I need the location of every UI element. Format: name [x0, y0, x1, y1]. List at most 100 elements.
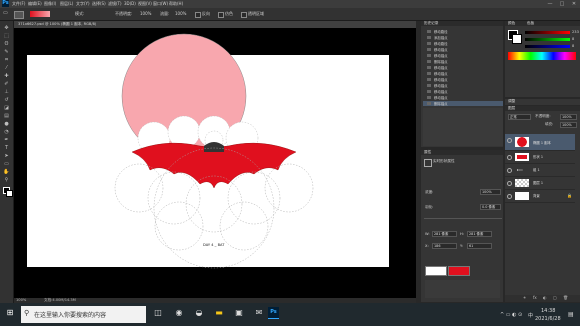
menu-image[interactable]: 图像(I): [44, 1, 56, 7]
windows-start-icon[interactable]: ⊞: [4, 307, 16, 319]
layer-row[interactable]: 背景 🔒: [505, 190, 575, 203]
move-tool-icon[interactable]: ✥: [3, 25, 10, 31]
history-item[interactable]: 移动锚点: [423, 71, 503, 76]
blue-value[interactable]: 8: [572, 44, 574, 48]
layer-row-active[interactable]: 椭圆 1 副本: [505, 134, 575, 151]
link-icon[interactable]: ⚭: [523, 295, 526, 300]
adjustments-tab[interactable]: 调整: [508, 99, 515, 104]
photoshop-taskbar-icon[interactable]: Ps: [268, 307, 279, 319]
history-item[interactable]: 移动锚点: [423, 77, 503, 82]
menu-help[interactable]: 帮助(H): [169, 1, 183, 7]
history-item[interactable]: 移动路径: [423, 29, 503, 34]
brush-tool-icon[interactable]: ✐: [3, 81, 10, 87]
pen-tool-icon[interactable]: ✒: [3, 137, 10, 143]
history-brush-tool-icon[interactable]: ↺: [3, 97, 10, 103]
document-tab[interactable]: 371x6627.psd @ 100% (椭圆 1 副本, RGB/8): [14, 21, 416, 28]
visibility-eye-icon[interactable]: [507, 181, 512, 186]
history-item[interactable]: 移动锚点: [423, 47, 503, 52]
lasso-tool-icon[interactable]: ʘ: [3, 41, 10, 47]
color-swatches-icon[interactable]: [3, 187, 13, 197]
layer-row[interactable]: 形状 1: [505, 151, 575, 164]
visibility-eye-icon[interactable]: [507, 155, 512, 160]
zoom-tool-icon[interactable]: ⚲: [3, 177, 10, 183]
history-item[interactable]: 移动锚点: [423, 65, 503, 70]
tool-preset-picker[interactable]: [14, 11, 24, 19]
color-ramp[interactable]: [508, 52, 576, 60]
visibility-eye-icon[interactable]: [507, 168, 512, 173]
stamp-tool-icon[interactable]: ⊥: [3, 89, 10, 95]
layers-fill-field[interactable]: 100%: [560, 122, 577, 128]
file-explorer-icon[interactable]: ▬: [213, 307, 225, 319]
menu-select[interactable]: 选择(S): [92, 1, 106, 7]
opacity-value[interactable]: 100%: [140, 11, 151, 16]
fill-color-swatch[interactable]: [448, 266, 470, 276]
width-field[interactable]: 281 像素: [432, 231, 457, 237]
red-slider[interactable]: [525, 31, 570, 34]
eyedropper-tool-icon[interactable]: ⁄: [3, 65, 10, 71]
app-icon-1[interactable]: ◉: [173, 307, 185, 319]
clock-date[interactable]: 2021/6/28: [535, 316, 561, 322]
marquee-tool-icon[interactable]: ⬚: [3, 33, 10, 39]
minimize-button[interactable]: —: [544, 0, 556, 8]
clock-time[interactable]: 14:38: [541, 308, 555, 314]
height-field[interactable]: 281 像素: [467, 231, 492, 237]
mail-icon[interactable]: ✉: [253, 307, 265, 319]
color-tab[interactable]: 颜色: [508, 21, 515, 26]
green-slider[interactable]: [525, 38, 570, 41]
gradient-tool-icon[interactable]: ▤: [3, 113, 10, 119]
green-value[interactable]: 8: [572, 37, 574, 41]
layer-row[interactable]: 图层 1: [505, 177, 575, 190]
zoom-level[interactable]: 100%: [16, 298, 26, 302]
history-item[interactable]: 移动路径: [423, 41, 503, 46]
ime-indicator[interactable]: 中: [528, 312, 533, 319]
menu-view[interactable]: 视图(V): [138, 1, 152, 7]
menu-file[interactable]: 文件(F): [12, 1, 25, 7]
layers-tab[interactable]: 图层: [508, 106, 515, 111]
feather-field[interactable]: 0.0 像素: [480, 204, 501, 210]
layer-row[interactable]: ▸▭ 组 1: [505, 164, 575, 177]
path-operations-area[interactable]: [425, 280, 500, 298]
shape-tool-icon[interactable]: ▭: [3, 161, 10, 167]
visibility-eye-icon[interactable]: [507, 138, 512, 143]
transparency-checkbox[interactable]: [241, 12, 247, 18]
artwork[interactable]: [14, 28, 416, 298]
trash-icon[interactable]: 🗑: [563, 295, 568, 300]
history-item[interactable]: 移动锚点: [423, 89, 503, 94]
menu-type[interactable]: 文字(Y): [76, 1, 90, 7]
close-button[interactable]: ✕: [568, 0, 580, 8]
y-field[interactable]: 61: [467, 243, 492, 249]
blur-tool-icon[interactable]: ●: [3, 121, 10, 127]
history-item[interactable]: 添加锚点: [423, 35, 503, 40]
history-item[interactable]: 移动锚点: [423, 53, 503, 58]
dither-checkbox[interactable]: [218, 12, 224, 18]
flow-value[interactable]: 100%: [175, 11, 186, 16]
gradient-tool-icon[interactable]: ▭: [3, 10, 8, 16]
task-view-icon[interactable]: ◫: [152, 307, 164, 319]
store-icon[interactable]: ▣: [233, 307, 245, 319]
swatches-tab[interactable]: 色板: [527, 21, 534, 26]
menu-3d[interactable]: 3D(D): [124, 1, 136, 6]
history-item[interactable]: 移动锚点: [423, 95, 503, 100]
x-field[interactable]: 186: [432, 243, 457, 249]
quick-select-tool-icon[interactable]: ✎: [3, 49, 10, 55]
red-value[interactable]: 233: [572, 30, 579, 34]
type-tool-icon[interactable]: T: [3, 145, 10, 151]
system-tray-icons[interactable]: ^ ▭ ◐ ⊙: [500, 312, 522, 318]
history-tab[interactable]: 历史记录: [424, 21, 438, 26]
menu-filter[interactable]: 滤镜(T): [108, 1, 122, 7]
properties-tab[interactable]: 属性: [424, 150, 431, 155]
menu-edit[interactable]: 编辑(E): [28, 1, 42, 7]
gradient-swatch[interactable]: [30, 11, 50, 17]
menu-layer[interactable]: 图层(L): [60, 1, 73, 7]
stroke-color-swatch[interactable]: [425, 266, 447, 276]
history-item[interactable]: 移动锚点: [423, 83, 503, 88]
path-select-tool-icon[interactable]: ➤: [3, 153, 10, 159]
history-item[interactable]: 删除锚点: [423, 59, 503, 64]
maximize-button[interactable]: □: [556, 0, 568, 8]
crop-tool-icon[interactable]: ⌗: [3, 57, 10, 63]
dodge-tool-icon[interactable]: ◔: [3, 129, 10, 135]
background-color-swatch[interactable]: [512, 34, 522, 44]
layers-opacity-field[interactable]: 100%: [560, 114, 577, 120]
taskbar-search[interactable]: ⚲ 在这里输入你要搜索的内容: [21, 306, 146, 323]
eraser-tool-icon[interactable]: ◪: [3, 105, 10, 111]
